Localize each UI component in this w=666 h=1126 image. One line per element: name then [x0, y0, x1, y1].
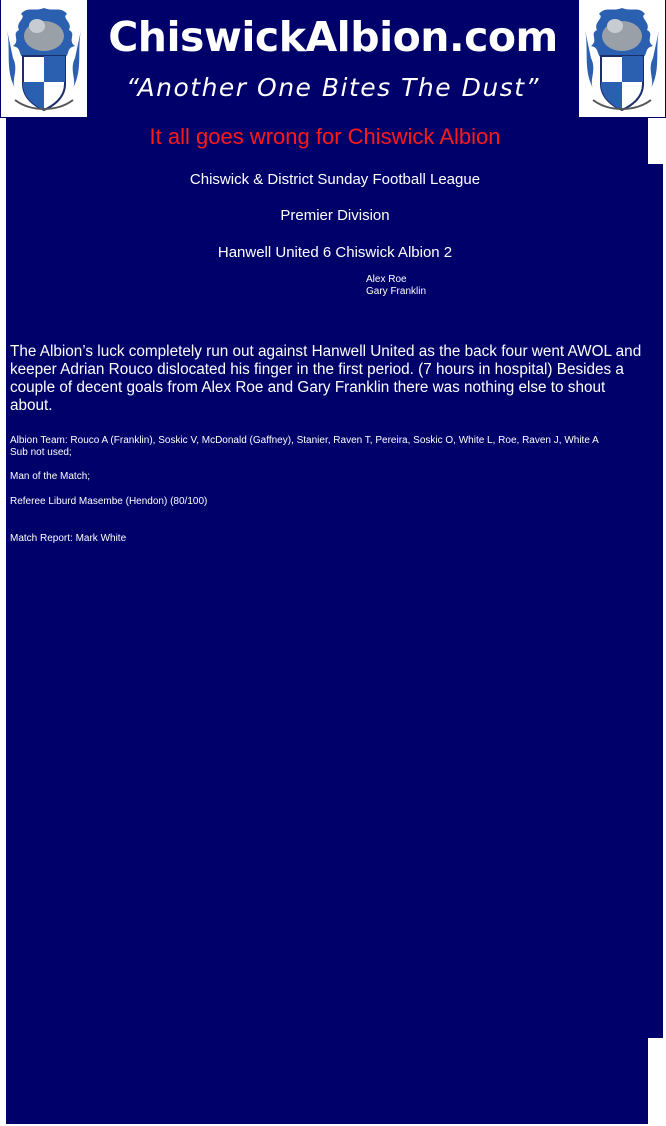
site-tagline: “Another One Bites The Dust”: [126, 73, 540, 102]
match-result: Hanwell United 6 Chiswick Albion 2: [217, 244, 453, 261]
league-name: Chiswick & District Sunday Football Leag…: [189, 171, 481, 188]
man-of-the-match: Man of the Match;: [10, 471, 91, 482]
club-crest-icon: [1, 0, 87, 117]
referee-line: Referee Liburd Masembe (Hendon) (80/100): [10, 496, 208, 507]
content-panel: [6, 118, 648, 1124]
team-line: Albion Team: Rouco A (Franklin), Soskic …: [10, 435, 599, 446]
report-headline: It all goes wrong for Chiswick Albion: [149, 124, 501, 149]
subs-line: Sub not used;: [10, 447, 72, 458]
club-crest-icon: [579, 0, 665, 117]
report-body: The Albion’s luck completely run out aga…: [10, 343, 642, 414]
site-title: ChiswickAlbion.com: [108, 13, 558, 61]
division-name: Premier Division: [280, 207, 390, 224]
content-panel-edge: [648, 164, 663, 1038]
goal-scorers: Alex Roe Gary Franklin: [366, 274, 426, 298]
scorer-name: Gary Franklin: [366, 286, 427, 297]
match-reporter: Match Report: Mark White: [10, 533, 127, 544]
scorer-name: Alex Roe: [366, 274, 407, 285]
